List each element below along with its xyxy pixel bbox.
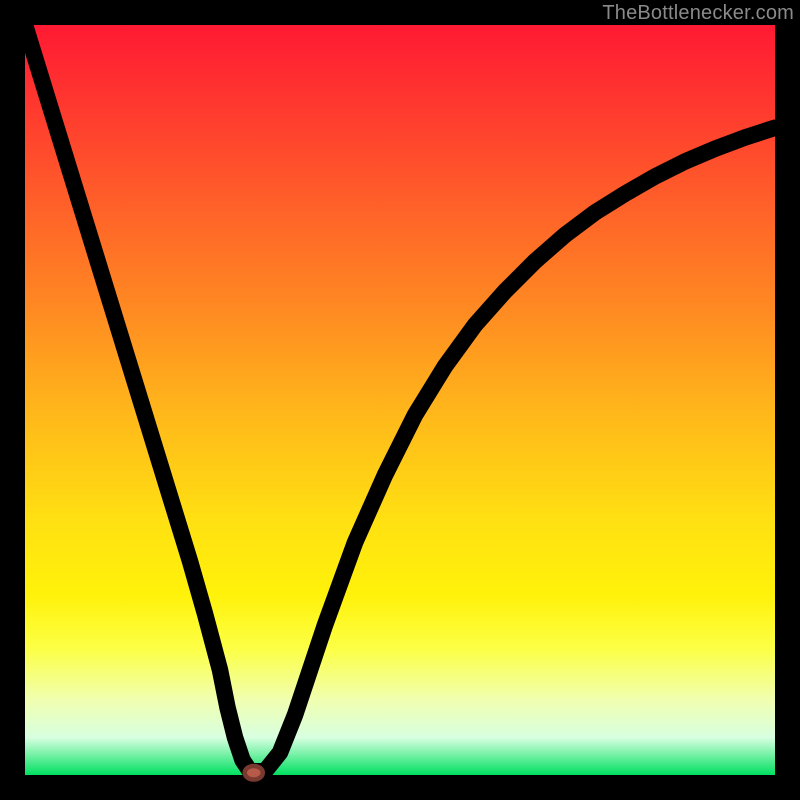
plot-area [25,25,775,775]
chart-frame: TheBottlenecker.com [0,0,800,800]
chart-svg [25,25,775,775]
bottleneck-curve [25,25,775,771]
optimum-marker [245,766,263,780]
watermark-text: TheBottlenecker.com [602,2,794,25]
